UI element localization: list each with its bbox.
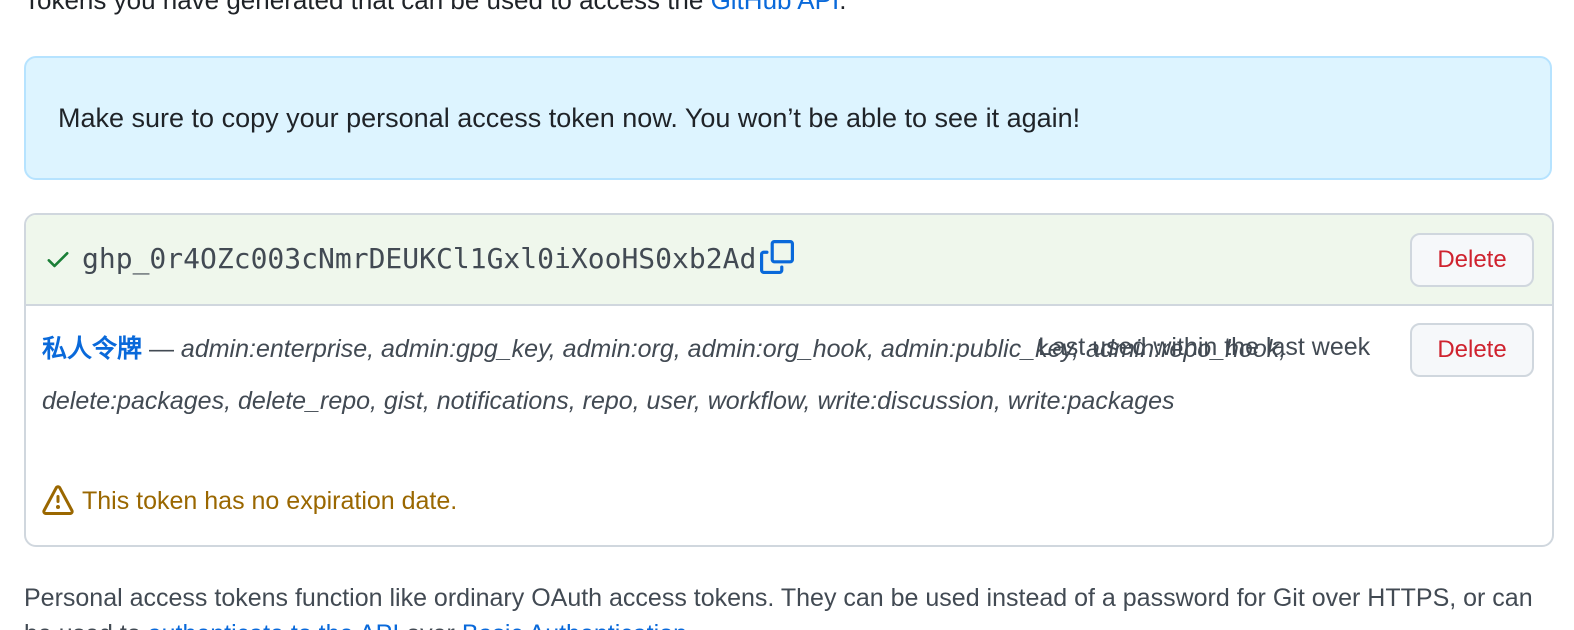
alert-icon xyxy=(42,485,74,515)
delete-token-button[interactable]: Delete xyxy=(1410,323,1534,377)
notice-message: Make sure to copy your personal access t… xyxy=(58,102,1081,133)
footer-text-line2: be used to authenticate to the API over … xyxy=(24,618,694,630)
check-icon xyxy=(47,252,69,268)
footer-line2-mid: over xyxy=(399,620,462,630)
page: Tokens you have generated that can be us… xyxy=(0,0,1574,630)
token-value[interactable]: ghp_0r4OZc003cNmrDEUKCl1Gxl0iXooHS0xb2Ad xyxy=(82,239,756,279)
intro-prefix: Tokens you have generated that can be us… xyxy=(24,0,711,15)
last-used-status: Last used within the last week xyxy=(1038,333,1371,361)
footer-line2-prefix: be used to xyxy=(24,620,148,630)
delete-new-token-button[interactable]: Delete xyxy=(1410,233,1534,287)
footer-text: Personal access tokens function like ord… xyxy=(24,584,1533,612)
warning-text: This token has no expiration date. xyxy=(82,486,458,515)
token-name-link[interactable]: 私人令牌 xyxy=(42,335,142,363)
expiration-warning: This token has no expiration date. xyxy=(42,485,457,517)
intro-suffix: . xyxy=(839,0,847,15)
intro-text: Tokens you have generated that can be us… xyxy=(24,0,846,16)
footer-line2-suffix: . xyxy=(687,620,694,630)
github-api-link[interactable]: GitHub API xyxy=(711,0,840,15)
token-dash: — xyxy=(142,335,181,363)
token-list: ghp_0r4OZc003cNmrDEUKCl1Gxl0iXooHS0xb2Ad… xyxy=(24,213,1554,547)
basic-auth-link[interactable]: Basic Authentication xyxy=(462,620,687,630)
copy-token-notice: Make sure to copy your personal access t… xyxy=(24,56,1552,180)
new-token-row: ghp_0r4OZc003cNmrDEUKCl1Gxl0iXooHS0xb2Ad… xyxy=(26,215,1552,306)
authenticate-api-link[interactable]: authenticate to the API xyxy=(148,620,400,630)
copy-icon[interactable] xyxy=(760,240,794,274)
